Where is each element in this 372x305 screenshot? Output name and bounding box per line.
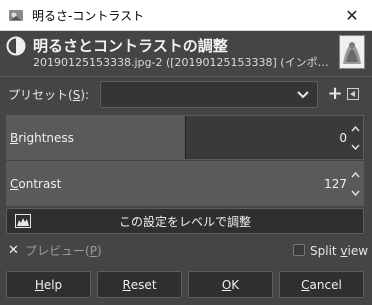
cancel-button[interactable]: Cancel (279, 271, 364, 298)
presets-combo[interactable] (100, 81, 318, 108)
header-separator (0, 76, 372, 77)
presets-menu-button[interactable] (347, 88, 359, 100)
checkmark-x-icon: ✕ (8, 243, 19, 258)
window-title: 明るさ-コントラスト (32, 9, 145, 23)
contrast-label-rest: ontrast (18, 177, 62, 191)
brightness-decrement-icon[interactable] (351, 143, 360, 152)
dialog-heading: 明るさとコントラストの調整 (33, 37, 228, 55)
preview-label-prefix: プレビュー( (25, 244, 90, 258)
split-view-checkbox[interactable] (293, 244, 305, 256)
brightness-increment-icon[interactable] (351, 124, 360, 133)
image-subtitle: 20190125153338.jpg-2 ([20190125153338] (… (33, 56, 338, 69)
brightness-marker (185, 116, 186, 159)
contrast-spinscale[interactable]: Contrast 127 (6, 161, 364, 206)
help-button[interactable]: Help (6, 271, 91, 298)
add-preset-button[interactable]: + (327, 83, 343, 104)
brightness-label-key: B (10, 131, 19, 145)
presets-label: プリセット(S): (8, 87, 89, 103)
brightness-label-rest: rightness (18, 131, 74, 145)
brightness-spinscale[interactable]: Brightness 0 (6, 115, 364, 160)
image-thumbnail (339, 35, 365, 69)
brightness-value: 0 (339, 131, 347, 145)
preview-checkbox[interactable]: ✕ (8, 244, 21, 257)
title-bar: 明るさ-コントラスト ✕ (0, 0, 372, 31)
plus-icon: + (327, 83, 343, 104)
ok-button[interactable]: OK (188, 271, 273, 298)
chevron-down-icon (297, 91, 309, 99)
cancel-rest: ancel (309, 277, 342, 292)
reset-button[interactable]: Reset (97, 271, 182, 298)
contrast-increment-icon[interactable] (351, 170, 360, 179)
ok-rest: K (231, 277, 240, 292)
contrast-value: 127 (324, 177, 347, 191)
brightness-contrast-icon (6, 36, 26, 56)
split-view-label-prefix: Split (310, 244, 341, 258)
ok-key: O (221, 277, 232, 292)
edit-as-levels-button[interactable]: この設定をレベルで調整 (6, 208, 364, 234)
brightness-label: Brightness (10, 130, 74, 146)
reset-rest: eset (130, 277, 157, 292)
cancel-key: C (301, 277, 310, 292)
contrast-decrement-icon[interactable] (351, 189, 360, 198)
presets-label-prefix: プリセット( (8, 88, 73, 102)
close-icon: ✕ (345, 5, 359, 25)
help-rest: elp (43, 277, 63, 292)
contrast-label: Contrast (10, 176, 61, 192)
split-view-label-suffix: iew (347, 244, 369, 258)
preview-label-suffix: ) (96, 244, 102, 258)
close-button[interactable]: ✕ (332, 0, 372, 30)
preview-label: プレビュー(P) (25, 243, 102, 259)
thumbnail-preview (340, 36, 364, 68)
reset-key: R (122, 277, 131, 292)
edit-as-levels-label: この設定をレベルで調整 (118, 215, 251, 229)
split-view-label-key: v (340, 244, 348, 258)
presets-label-suffix: ): (80, 88, 90, 102)
split-view-label: Split view (310, 243, 368, 259)
help-key: H (34, 277, 44, 292)
preview-label-key: P (89, 244, 97, 258)
gimp-app-icon (9, 10, 23, 21)
